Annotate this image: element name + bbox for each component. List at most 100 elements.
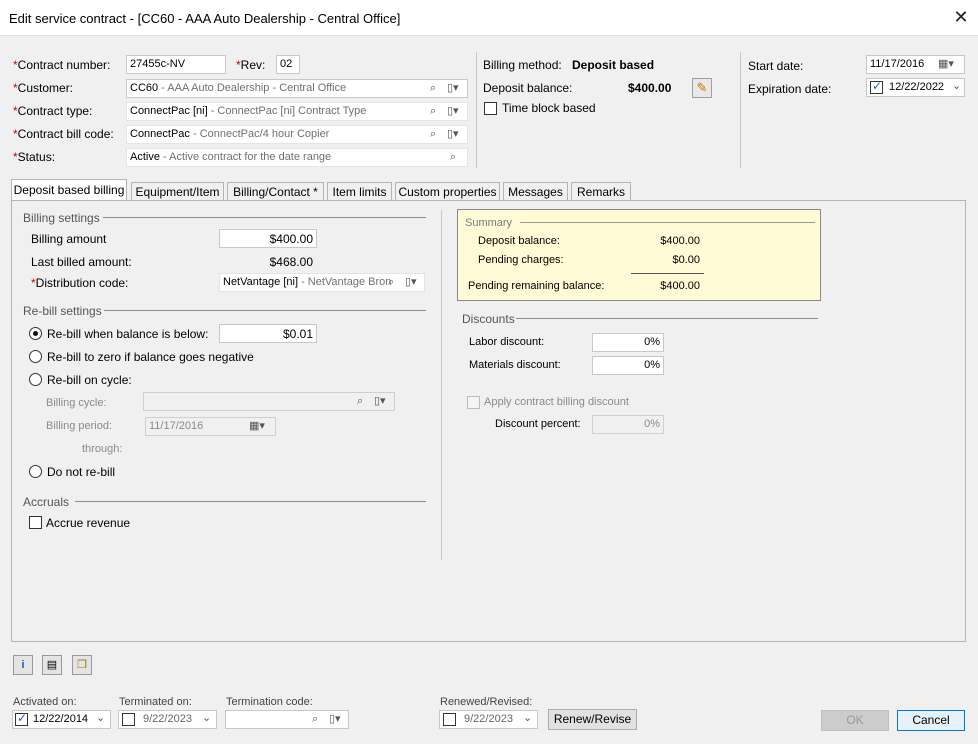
status-search-icon[interactable]: ⌕	[450, 149, 456, 165]
billing-method-label: Billing method:	[483, 58, 562, 72]
contract-number-input[interactable]: 27455c-NV	[126, 55, 226, 74]
rebill-below-label: Re-bill when balance is below:	[47, 327, 209, 341]
distribution-search-icon[interactable]: ⌕	[388, 274, 394, 290]
tab-deposit-based-billing[interactable]: Deposit based billing	[11, 179, 127, 201]
billing-period-calendar-icon[interactable]: ▦▾	[249, 418, 265, 434]
rev-input[interactable]: 02	[276, 55, 300, 74]
deposit-balance-label: Deposit balance:	[483, 81, 573, 95]
contract-type-search-icon[interactable]: ⌕	[430, 103, 436, 119]
termination-code-label: Termination code:	[226, 696, 313, 708]
termination-code-lookup-icon[interactable]: ▯▾	[329, 711, 341, 727]
customer-search-icon[interactable]: ⌕	[430, 80, 436, 96]
billing-amount-label: Billing amount	[31, 232, 107, 246]
time-block-checkbox[interactable]	[484, 102, 497, 115]
start-date-calendar-icon[interactable]: ▦▾	[938, 56, 954, 72]
rebill-below-input[interactable]: $0.01	[219, 324, 317, 343]
edit-deposit-icon[interactable]: ✎	[692, 78, 712, 98]
expiration-date-checkbox[interactable]	[870, 79, 883, 94]
ok-button[interactable]: OK	[821, 710, 889, 731]
rebill-below-radio[interactable]	[29, 327, 42, 340]
tab-remarks[interactable]: Remarks	[571, 182, 631, 201]
tab-equipment-item[interactable]: Equipment/Item	[131, 182, 224, 201]
summary-pending-label: Pending charges:	[478, 254, 564, 266]
terminated-on-checkbox[interactable]	[122, 713, 135, 726]
deposit-balance-value: $400.00	[628, 81, 672, 95]
tab-messages[interactable]: Messages	[503, 182, 568, 201]
activated-chevron-icon[interactable]: ⌄	[96, 710, 105, 726]
status-label: *Status:	[13, 150, 56, 164]
status-field[interactable]: Active - Active contract for the date ra…	[126, 148, 468, 167]
summary-rule	[520, 222, 815, 223]
expiration-date-label: Expiration date:	[748, 82, 832, 96]
window-title: Edit service contract - [CC60 - AAA Auto…	[9, 11, 401, 26]
terminated-chevron-icon[interactable]: ⌄	[202, 710, 211, 726]
bill-code-field[interactable]: ConnectPac - ConnectPac/4 hour Copier	[126, 125, 468, 144]
activated-on-checkbox[interactable]	[15, 711, 28, 726]
billing-amount-input[interactable]: $400.00	[219, 229, 317, 248]
termination-code-search-icon[interactable]: ⌕	[312, 711, 318, 727]
close-icon[interactable]: ✕	[950, 6, 972, 28]
header-divider	[476, 52, 477, 168]
discount-percent-label: Discount percent:	[495, 418, 581, 430]
renewed-checkbox[interactable]	[443, 713, 456, 726]
rebill-zero-label: Re-bill to zero if balance goes negative	[47, 350, 254, 364]
accruals-header: Accruals	[23, 495, 70, 509]
bill-code-search-icon[interactable]: ⌕	[430, 126, 436, 142]
summary-remaining-label: Pending remaining balance:	[468, 280, 605, 292]
accrue-revenue-label: Accrue revenue	[46, 516, 131, 530]
time-block-label: Time block based	[502, 101, 596, 115]
distribution-code-label: *Distribution code:	[31, 276, 129, 290]
billing-settings-rule	[103, 217, 426, 218]
expiration-date-chevron-icon[interactable]: ⌄	[952, 78, 961, 94]
tab-item-limits[interactable]: Item limits	[327, 182, 392, 201]
discount-percent-input[interactable]: 0%	[592, 415, 664, 434]
accruals-rule	[75, 501, 426, 502]
billing-cycle-lookup-icon[interactable]: ▯▾	[374, 393, 386, 409]
contract-number-label: *Contract number:	[13, 58, 111, 72]
summary-header: Summary	[465, 217, 513, 229]
rebill-cycle-label: Re-bill on cycle:	[47, 373, 132, 387]
rebill-cycle-radio[interactable]	[29, 373, 42, 386]
tab-custom-properties[interactable]: Custom properties	[395, 182, 500, 201]
customer-lookup-icon[interactable]: ▯▾	[447, 80, 459, 96]
summary-remaining-value: $400.00	[660, 280, 700, 292]
rebill-settings-header: Re-bill settings	[23, 304, 102, 318]
rev-label: *Rev:	[236, 58, 266, 72]
customer-field[interactable]: CC60 - AAA Auto Dealership - Central Off…	[126, 79, 468, 98]
distribution-lookup-icon[interactable]: ▯▾	[405, 274, 417, 290]
materials-discount-label: Materials discount:	[469, 359, 561, 371]
apply-discount-label: Apply contract billing discount	[484, 396, 629, 408]
last-billed-value: $468.00	[269, 255, 313, 269]
rebill-none-radio[interactable]	[29, 465, 42, 478]
summary-total-rule	[631, 273, 704, 274]
billing-period-label: Billing period:	[46, 420, 113, 432]
tab-billing-contact[interactable]: Billing/Contact *	[227, 182, 324, 201]
discounts-rule	[516, 318, 818, 319]
rebill-zero-radio[interactable]	[29, 350, 42, 363]
bill-code-label: *Contract bill code:	[13, 127, 114, 141]
notes-icon[interactable]: ▤	[42, 655, 62, 675]
materials-discount-input[interactable]: 0%	[592, 356, 664, 375]
last-billed-label: Last billed amount:	[31, 255, 132, 269]
accrue-revenue-checkbox[interactable]	[29, 516, 42, 529]
customer-label: *Customer:	[13, 81, 74, 95]
billing-cycle-search-icon[interactable]: ⌕	[357, 393, 363, 409]
contract-type-lookup-icon[interactable]: ▯▾	[447, 103, 459, 119]
labor-discount-label: Labor discount:	[469, 336, 545, 348]
bill-code-lookup-icon[interactable]: ▯▾	[447, 126, 459, 142]
summary-deposit-label: Deposit balance:	[478, 235, 560, 247]
info-icon[interactable]: i	[13, 655, 33, 675]
labor-discount-input[interactable]: 0%	[592, 333, 664, 352]
terminated-on-label: Terminated on:	[119, 696, 192, 708]
copy-icon[interactable]: ❐	[72, 655, 92, 675]
contract-type-field[interactable]: ConnectPac [ni] - ConnectPac [ni] Contra…	[126, 102, 468, 121]
panel-divider	[441, 210, 442, 560]
renew-revise-button[interactable]: Renew/Revise	[548, 709, 637, 730]
renewed-label: Renewed/Revised:	[440, 696, 533, 708]
apply-discount-checkbox[interactable]	[467, 396, 480, 409]
rebill-settings-rule	[104, 310, 426, 311]
billing-cycle-label: Billing cycle:	[46, 397, 107, 409]
cancel-button[interactable]: Cancel	[897, 710, 965, 731]
renewed-chevron-icon[interactable]: ⌄	[523, 710, 532, 726]
summary-pending-value: $0.00	[672, 254, 700, 266]
